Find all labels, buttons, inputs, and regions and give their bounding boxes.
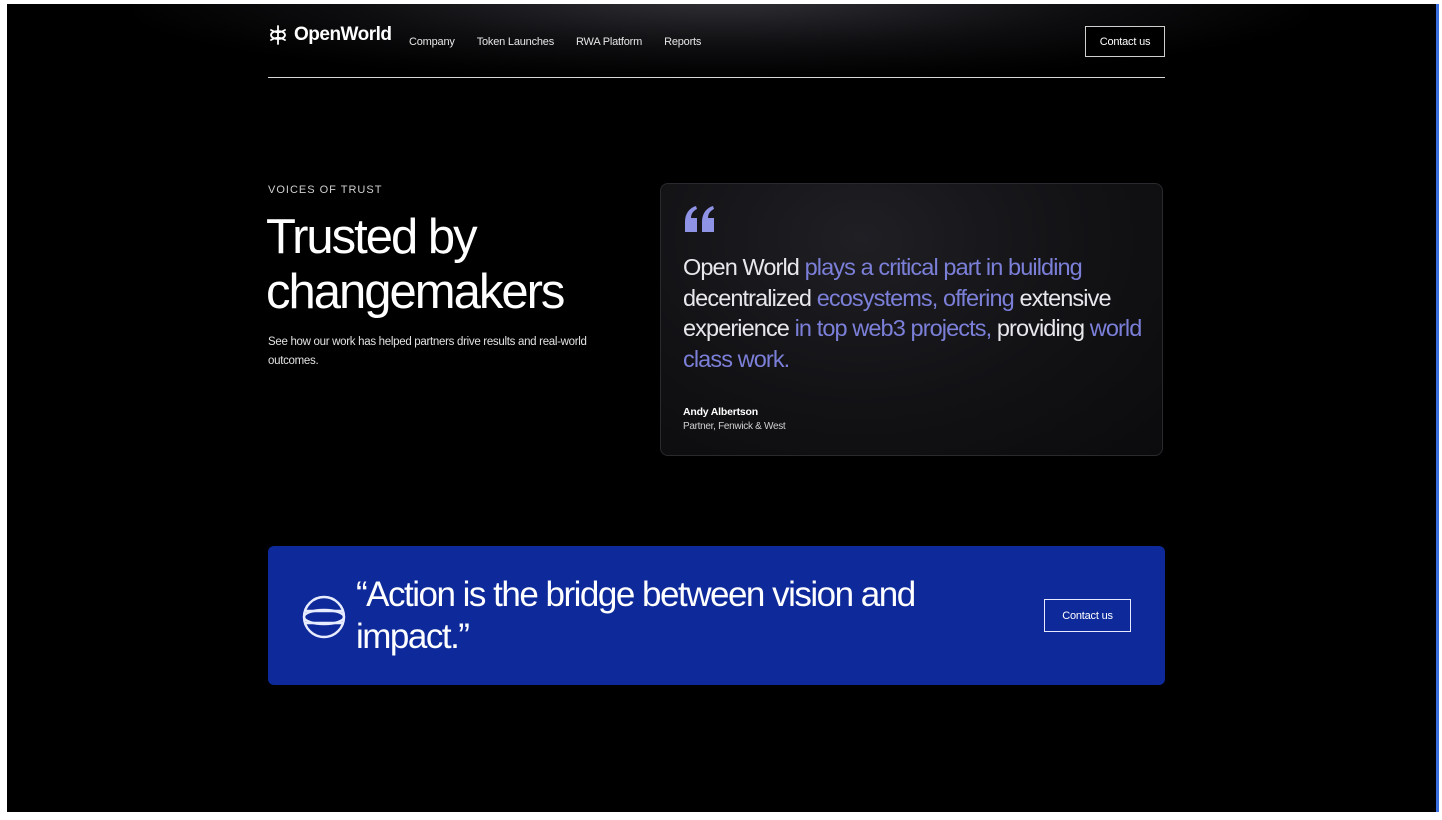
cta-quote-line-2: impact.”	[356, 617, 470, 656]
cta-quote-line-1: “Action is the bridge between vision and	[356, 575, 916, 614]
testimonial-author-name: Andy Albertson	[683, 406, 758, 418]
nav-links: Company Token Launches RWA Platform Repo…	[409, 36, 701, 48]
section-eyebrow: VOICES OF TRUST	[268, 184, 383, 196]
testimonial-card: Open World plays a critical part in buil…	[660, 183, 1163, 456]
section-subtext: See how our work has helped partners dri…	[268, 336, 587, 367]
window-edge-accent	[1436, 4, 1439, 812]
cta-contact-button[interactable]: Contact us	[1044, 599, 1131, 632]
headline-line-1: Trusted by	[266, 210, 478, 264]
logo[interactable]: OpenWorld	[268, 24, 392, 46]
brand-name: OpenWorld	[294, 24, 392, 45]
cta-quote: “Action is the bridge between vision and…	[356, 574, 976, 658]
openworld-logo-icon	[270, 25, 286, 45]
nav-link-reports[interactable]: Reports	[664, 36, 701, 48]
nav-link-rwa-platform[interactable]: RWA Platform	[576, 36, 642, 48]
quote-icon	[685, 206, 714, 232]
quote-segment: plays a critical part in building	[804, 254, 1083, 280]
nav-contact-button[interactable]: Contact us	[1085, 26, 1165, 57]
testimonial-author-role: Partner, Fenwick & West	[683, 421, 786, 432]
nav-link-token-launches[interactable]: Token Launches	[477, 36, 555, 48]
section-headline: Trusted by changemakers	[266, 210, 626, 320]
globe-icon	[302, 595, 346, 639]
nav-divider	[268, 77, 1165, 78]
quote-segment: in top web3 projects,	[794, 315, 993, 341]
headline-line-2: changemakers	[266, 265, 565, 319]
cta-banner: “Action is the bridge between vision and…	[268, 546, 1165, 685]
quote-segment: decentralized	[683, 284, 817, 311]
top-nav: OpenWorld Company Token Launches RWA Pla…	[268, 22, 1165, 62]
quote-segment: providing	[991, 315, 1090, 341]
quote-segment: Open World	[683, 254, 805, 280]
nav-link-company[interactable]: Company	[409, 36, 455, 48]
quote-segment: ecosystems, offering	[816, 284, 1015, 311]
testimonial-quote: Open World plays a critical part in buil…	[683, 252, 1143, 374]
